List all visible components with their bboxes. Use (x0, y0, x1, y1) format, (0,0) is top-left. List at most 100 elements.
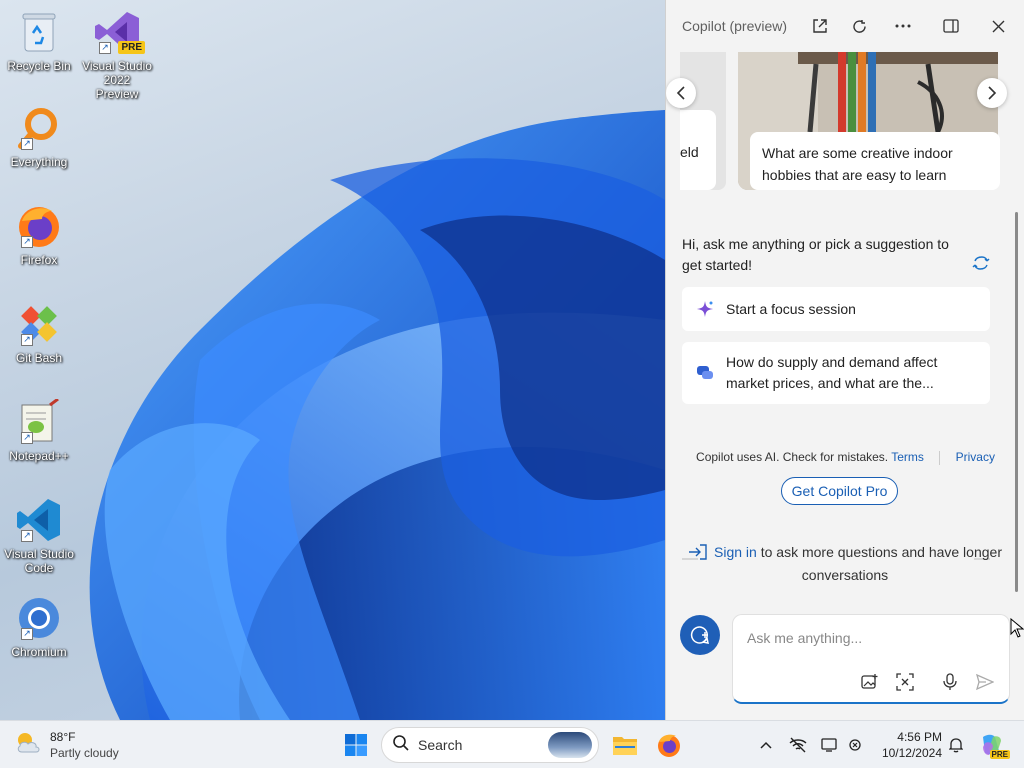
shortcut-arrow-icon: ↗ (21, 432, 33, 444)
carousel-prev-button[interactable] (666, 78, 696, 108)
taskbar-firefox[interactable] (651, 727, 687, 763)
privacy-link[interactable]: Privacy (956, 450, 995, 464)
start-button[interactable] (338, 727, 374, 763)
shortcut-arrow-icon: ↗ (21, 530, 33, 542)
battery-icon[interactable] (846, 735, 866, 755)
git-bash-icon: ↗ (15, 300, 63, 348)
notification-bell-icon[interactable] (946, 735, 966, 755)
copilot-pane: Copilot (preview) eld What are some crea… (665, 0, 1024, 720)
refresh-suggestions-icon[interactable] (970, 252, 992, 274)
desktop-icon-firefox[interactable]: ↗ Firefox (4, 202, 74, 267)
desktop-icon-label: Visual Studio 2022 Preview (82, 59, 152, 101)
search-label: Search (418, 737, 463, 753)
preview-badge: PRE (989, 750, 1010, 759)
everything-search-icon: ↗ (15, 104, 63, 152)
shortcut-arrow-icon: ↗ (21, 236, 33, 248)
desktop-icon-label: Notepad++ (9, 449, 69, 463)
microphone-icon[interactable] (938, 670, 962, 694)
copilot-taskbar-button[interactable]: PRE (974, 727, 1010, 763)
desktop-icon-recycle-bin[interactable]: Recycle Bin (4, 8, 74, 73)
chat-bubbles-icon (694, 362, 716, 384)
copilot-title: Copilot (preview) (682, 18, 788, 34)
chevron-up-icon[interactable] (756, 735, 776, 755)
desktop-icon-label: Visual Studio Code (4, 547, 74, 575)
partly-cloudy-icon (14, 730, 42, 761)
signin-icon (688, 544, 708, 565)
add-image-icon[interactable] (858, 670, 882, 694)
suggestion-supply-demand[interactable]: How do supply and demand affect market p… (682, 342, 990, 404)
notepad-plus-plus-icon: ↗ (15, 398, 63, 446)
visual-studio-icon: PRE ↗ (93, 8, 145, 56)
taskbar-file-explorer[interactable] (607, 727, 643, 763)
suggestion-text: Start a focus session (726, 300, 856, 317)
desktop-icon-label: Chromium (11, 645, 67, 659)
firefox-icon (658, 734, 680, 757)
scrollbar-thumb[interactable] (1015, 212, 1018, 592)
mouse-cursor-icon (1010, 618, 1024, 638)
clock-time: 4:56 PM (897, 730, 942, 744)
desktop-icon-label: Everything (10, 155, 68, 169)
greeting-text: Hi, ask me anything or pick a suggestion… (682, 236, 949, 273)
chat-input[interactable] (747, 627, 987, 649)
carousel-card-text[interactable]: What are some creative indoor hobbies th… (750, 132, 1000, 190)
carousel-card-label: What are some creative indoor hobbies th… (762, 145, 953, 183)
desktop-icon-vscode[interactable]: ↗ Visual Studio Code (4, 496, 74, 575)
desktop-icon-notepad-plus-plus[interactable]: ↗ Notepad++ (4, 398, 74, 463)
disclaimer: Copilot uses AI. Check for mistakes. Ter… (666, 450, 1024, 465)
divider (939, 450, 941, 465)
preview-badge: PRE (118, 41, 145, 54)
send-icon[interactable] (973, 670, 997, 694)
suggestion-text: How do supply and demand affect market p… (726, 354, 938, 391)
screenshot-icon[interactable] (893, 670, 917, 694)
clock[interactable]: 4:56 PM 10/12/2024 (872, 729, 942, 761)
desktop-icon-label: Recycle Bin (7, 59, 71, 73)
firefox-icon: ↗ (15, 202, 63, 250)
recycle-bin-icon (15, 8, 63, 56)
clock-date: 10/12/2024 (881, 746, 942, 760)
vscode-icon: ↗ (15, 496, 63, 544)
search-icon (392, 734, 410, 757)
suggestion-carousel: eld What are some creative indoor hobbie… (666, 52, 1024, 197)
desktop-icon-label: Firefox (20, 253, 58, 267)
carousel-card-previous-text: eld (680, 110, 716, 190)
carousel-next-button[interactable] (977, 78, 1007, 108)
chat-composer (732, 614, 1010, 704)
desktop-icon-chromium[interactable]: ↗ Chromium (4, 594, 74, 659)
wallpaper-bloom (89, 110, 665, 720)
signin-prompt: Sign in to ask more questions and have l… (682, 542, 1008, 585)
desktop-icon-everything[interactable]: ↗ Everything (4, 104, 74, 169)
shortcut-arrow-icon: ↗ (21, 138, 33, 150)
display-icon[interactable] (820, 735, 840, 755)
terms-link[interactable]: Terms (891, 450, 924, 464)
more-icon[interactable] (891, 14, 915, 38)
desktop-icon-git-bash[interactable]: ↗ Git Bash (4, 300, 74, 365)
signin-link[interactable]: Sign in (714, 544, 757, 560)
signin-text: to ask more questions and have longer co… (756, 544, 1002, 583)
network-off-icon[interactable] (788, 735, 808, 755)
new-topic-button[interactable] (680, 615, 720, 655)
weather-condition: Partly cloudy (50, 746, 119, 760)
sparkle-icon (694, 298, 716, 320)
search-highlight-image (548, 732, 592, 758)
close-icon[interactable] (986, 14, 1010, 38)
desktop: Recycle Bin PRE ↗ Visual Studio 2022 Pre… (0, 0, 665, 720)
dock-icon[interactable] (939, 14, 963, 38)
desktop-icon-visual-studio[interactable]: PRE ↗ Visual Studio 2022 Preview (82, 8, 152, 101)
desktop-icon-label: Git Bash (15, 351, 63, 365)
start-icon (345, 734, 367, 756)
open-in-new-icon[interactable] (808, 14, 832, 38)
shortcut-arrow-icon: ↗ (99, 42, 111, 54)
taskbar-search[interactable]: Search (381, 727, 599, 763)
weather-temperature: 88°F (50, 730, 76, 744)
suggestion-focus-session[interactable]: Start a focus session (682, 287, 990, 331)
taskbar: 88°F Partly cloudy Search 4:56 PM 10/12/… (0, 720, 1024, 768)
weather-widget[interactable]: 88°F Partly cloudy (14, 727, 119, 763)
disclaimer-text: Copilot uses AI. Check for mistakes. (696, 450, 889, 464)
file-explorer-icon (613, 737, 637, 755)
copilot-header: Copilot (preview) (666, 0, 1024, 52)
chromium-icon: ↗ (15, 594, 63, 642)
shortcut-arrow-icon: ↗ (21, 334, 33, 346)
get-copilot-pro-button[interactable]: Get Copilot Pro (781, 477, 898, 505)
shortcut-arrow-icon: ↗ (21, 628, 33, 640)
refresh-icon[interactable] (847, 14, 871, 38)
